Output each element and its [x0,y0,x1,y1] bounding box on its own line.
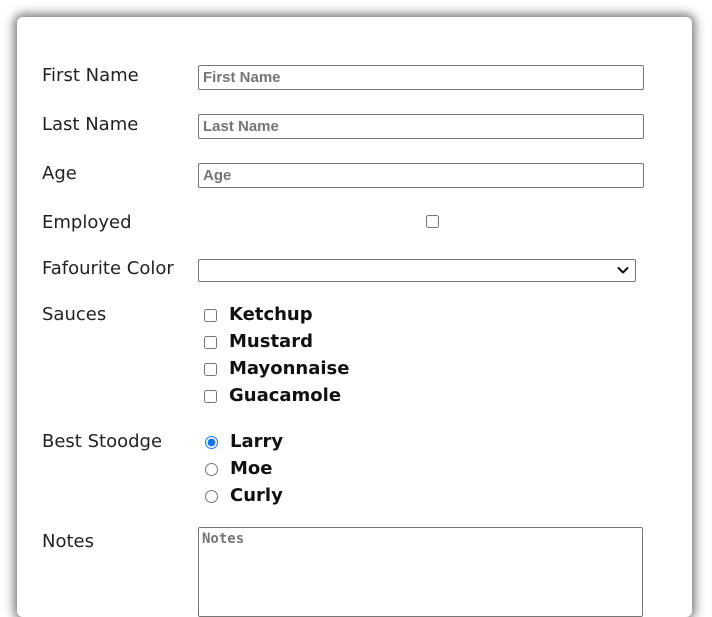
employed-checkbox[interactable] [426,215,439,228]
age-label: Age [42,163,77,184]
stooge-radio[interactable] [205,463,218,476]
favourite-color-label: Fafourite Color [42,258,174,279]
chevron-down-icon [617,267,629,274]
sauce-option-label: Guacamole [229,385,342,406]
sauce-option-label: Mustard [229,331,313,352]
notes-label: Notes [42,531,94,552]
stooge-option-label: Larry [230,431,284,452]
sauce-checkbox[interactable] [204,309,217,322]
employed-label: Employed [42,212,132,233]
last-name-input[interactable] [198,114,644,139]
first-name-input[interactable] [198,65,644,90]
sauce-option-label: Mayonnaise [229,358,350,379]
sauce-checkbox[interactable] [204,390,217,403]
form-card: First Name Last Name Age Employed Fafour… [17,17,692,617]
favourite-color-select[interactable] [198,259,636,282]
last-name-label: Last Name [42,114,139,135]
stooge-radio[interactable] [205,490,218,503]
first-name-label: First Name [42,65,139,86]
sauce-checkbox[interactable] [204,336,217,349]
age-input[interactable] [198,163,644,188]
notes-textarea[interactable] [198,527,643,617]
stooge-option-label: Moe [230,458,273,479]
best-stooge-label: Best Stoodge [42,431,163,452]
sauce-option-label: Ketchup [229,304,313,325]
sauce-checkbox[interactable] [204,363,217,376]
sauces-label: Sauces [42,304,107,325]
stooge-option-label: Curly [230,485,283,506]
stooge-radio[interactable] [205,436,218,449]
